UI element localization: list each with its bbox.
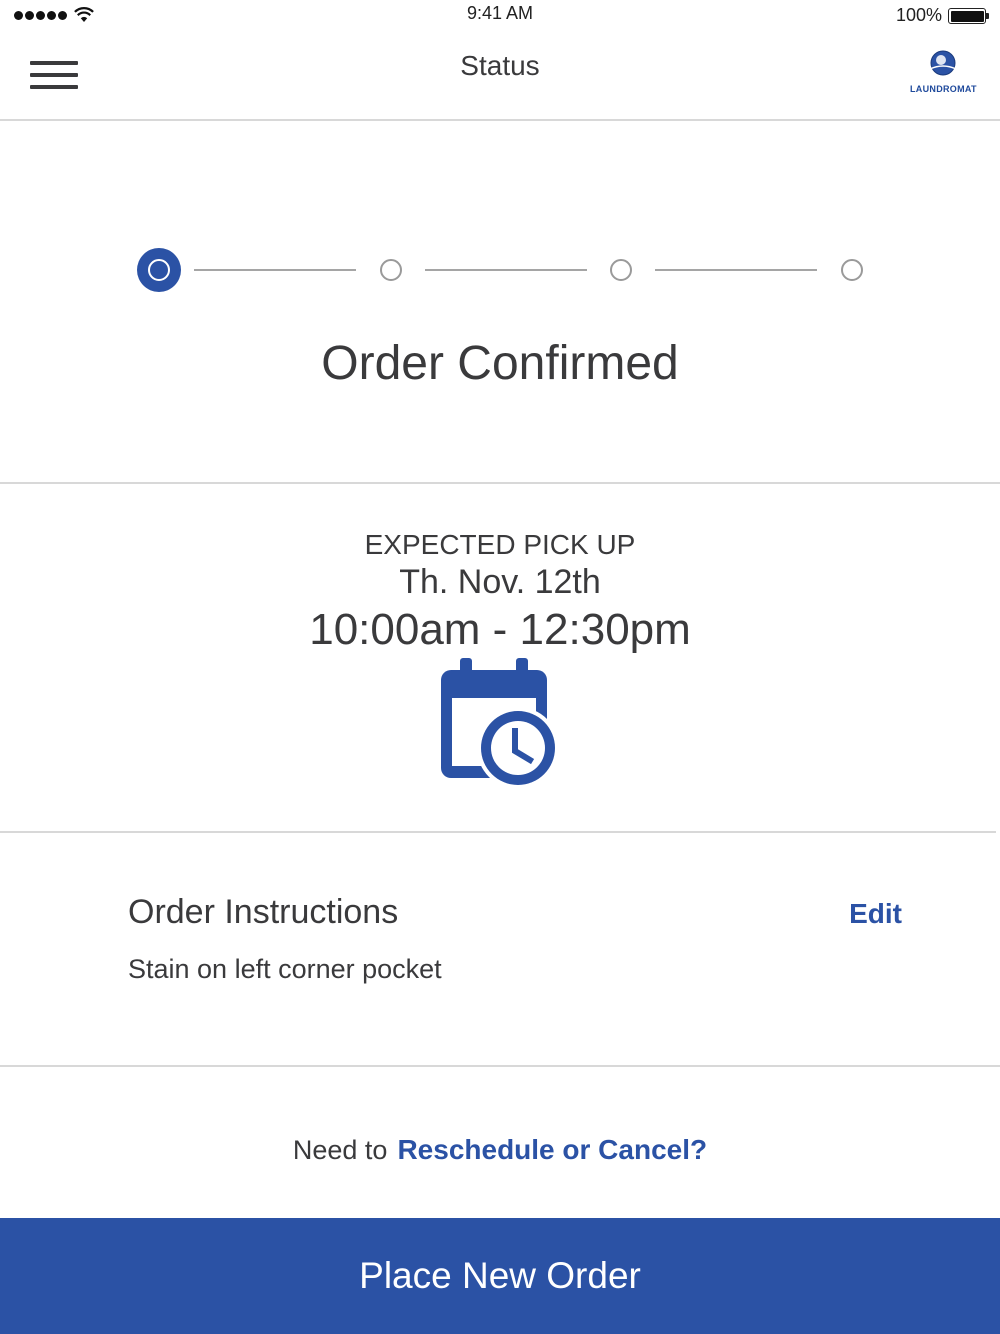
instructions-title: Order Instructions — [128, 893, 399, 931]
section-divider — [0, 1065, 1000, 1067]
nav-divider — [0, 119, 1000, 121]
section-divider — [0, 831, 996, 833]
place-new-order-button[interactable]: Place New Order — [0, 1218, 1000, 1334]
reschedule-cancel-link[interactable]: Reschedule or Cancel? — [397, 1134, 707, 1165]
pickup-time-window: 10:00am - 12:30pm — [309, 605, 691, 654]
status-bar: 9:41 AM 100% — [0, 0, 1000, 30]
order-status-title: Order Confirmed — [321, 337, 679, 390]
section-divider — [0, 482, 1000, 484]
calendar-clock-icon[interactable] — [438, 656, 562, 792]
step-connector — [194, 269, 356, 271]
battery-icon — [948, 8, 989, 24]
nav-bar: Status LAUNDROMAT — [0, 30, 1000, 120]
step-2 — [380, 259, 402, 281]
page-title: Status — [460, 50, 540, 81]
pickup-date: Th. Nov. 12th — [399, 563, 601, 601]
edit-instructions-link[interactable]: Edit — [849, 898, 902, 930]
order-progress-stepper — [137, 248, 867, 292]
logo-text: LAUNDROMAT — [910, 84, 977, 94]
step-1-current — [137, 248, 181, 292]
step-connector — [655, 269, 817, 271]
laundromat-logo: LAUNDROMAT — [910, 50, 977, 94]
instructions-text: Stain on left corner pocket — [128, 954, 442, 984]
reschedule-prefix: Need to — [292, 1135, 388, 1165]
pickup-label: EXPECTED PICK UP — [364, 529, 636, 560]
step-connector — [425, 269, 587, 271]
battery-percent: 100% — [895, 5, 942, 25]
step-4 — [841, 259, 863, 281]
status-time: 9:41 AM — [466, 3, 534, 23]
reschedule-row: Need to Reschedule or Cancel? — [0, 1134, 1000, 1166]
logo-globe-icon — [929, 50, 957, 76]
step-3 — [610, 259, 632, 281]
